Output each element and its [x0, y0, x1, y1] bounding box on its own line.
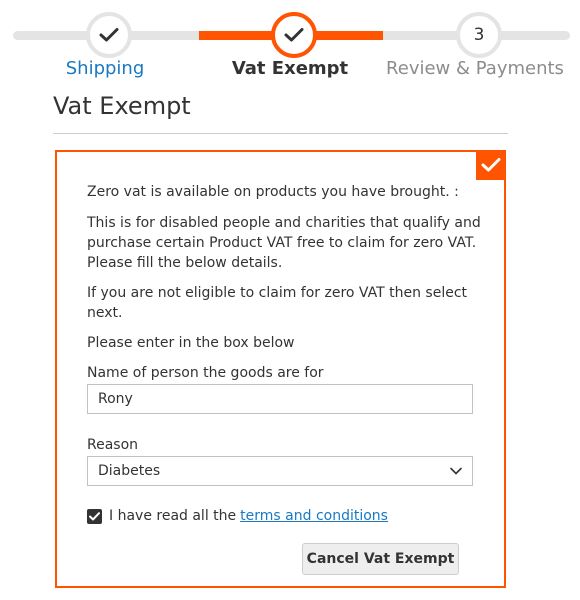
page-title: Vat Exempt	[53, 92, 191, 120]
reason-field-label: Reason	[87, 437, 139, 453]
vat-exempt-form-box: Zero vat is available on products you ha…	[55, 150, 506, 588]
checkmark-icon	[284, 28, 304, 42]
intro-text: Zero vat is available on products you ha…	[87, 184, 459, 200]
checkout-progress-bar: 3 Shipping Vat Exempt Review & Payments	[0, 0, 580, 90]
step-label-review-payments: Review & Payments	[386, 58, 564, 79]
checkmark-icon	[481, 158, 501, 172]
title-divider	[53, 133, 508, 134]
step-label-vat-exempt: Vat Exempt	[231, 58, 349, 79]
step-shipping-marker[interactable]	[86, 12, 132, 58]
name-input[interactable]: Rony	[87, 384, 473, 414]
cancel-vat-exempt-button[interactable]: Cancel Vat Exempt	[302, 543, 459, 575]
description-text: This is for disabled people and charitie…	[87, 215, 481, 271]
terms-and-conditions-link[interactable]: terms and conditions	[240, 508, 388, 524]
not-eligible-text: If you are not eligible to claim for zer…	[87, 285, 468, 321]
reason-select-value: Diabetes	[98, 463, 161, 479]
name-field-label: Name of person the goods are for	[87, 365, 324, 381]
selected-checkmark-badge	[476, 150, 506, 180]
step-vat-exempt-marker	[271, 12, 317, 58]
step-number: 3	[473, 25, 485, 45]
terms-row: I have read all the terms and conditions	[87, 508, 388, 524]
instructions-text: Please enter in the box below	[87, 335, 295, 351]
step-review-marker: 3	[456, 12, 502, 58]
checkmark-icon	[89, 511, 100, 520]
terms-label: I have read all the	[109, 508, 237, 524]
terms-checkbox[interactable]	[87, 508, 102, 524]
step-label-shipping[interactable]: Shipping	[66, 58, 145, 79]
reason-select[interactable]: Diabetes	[87, 456, 473, 486]
checkmark-icon	[99, 28, 119, 42]
chevron-down-icon	[450, 467, 462, 475]
